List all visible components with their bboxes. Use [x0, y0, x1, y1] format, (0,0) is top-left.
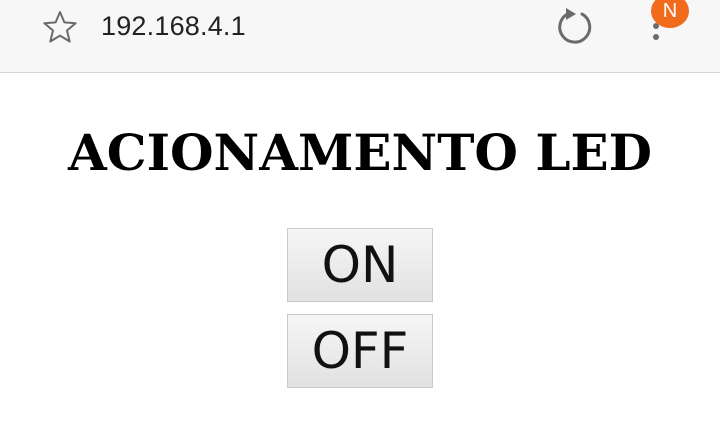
on-button[interactable]: ON [287, 228, 433, 302]
reload-icon[interactable] [556, 8, 596, 46]
page-title: ACIONAMENTO LED [68, 123, 652, 182]
star-icon[interactable] [43, 10, 77, 44]
page-content: ACIONAMENTO LED ON OFF [0, 73, 720, 435]
off-button[interactable]: OFF [287, 314, 433, 388]
notification-badge: N [651, 0, 689, 28]
browser-toolbar: 192.168.4.1 N [0, 0, 720, 73]
url-bar[interactable]: 192.168.4.1 [101, 6, 246, 46]
